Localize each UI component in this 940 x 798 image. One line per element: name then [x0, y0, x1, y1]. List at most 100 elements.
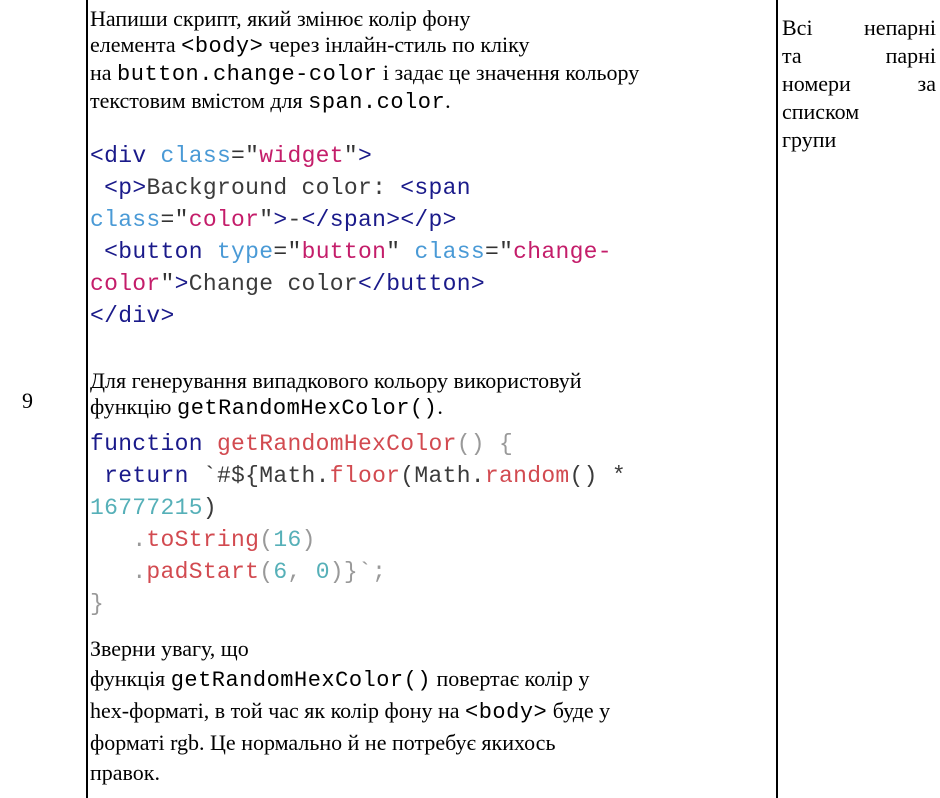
inline-code: getRandomHexColor() [177, 396, 438, 421]
code-token: " [245, 143, 260, 169]
code-token: return [104, 463, 189, 489]
code-token: " [259, 207, 274, 233]
code-token: " [499, 239, 514, 265]
code-token: 16777215 [90, 495, 203, 521]
code-token: color [188, 207, 260, 233]
code-line: return `#${Math.floor(Math.random() * [90, 460, 626, 492]
inline-code: button.change-color [117, 62, 378, 87]
code-token: span [414, 175, 471, 201]
code-line: } [90, 588, 626, 620]
code-token: div [118, 303, 161, 329]
code-token: < [104, 175, 119, 201]
text-segment: Для генерування випадкового кольору вико… [90, 368, 582, 393]
code-token: " [386, 239, 401, 265]
code-token: > [358, 143, 373, 169]
code-token: > [386, 207, 401, 233]
code-line: .padStart(6, 0)}`; [90, 556, 626, 588]
code-token: getRandomHexColor [216, 431, 457, 457]
text-segment: за [917, 71, 936, 96]
code-token: > [470, 271, 485, 297]
code-token: (Math. [400, 463, 485, 489]
text-line: та парні [782, 42, 936, 70]
code-token: } [90, 591, 105, 617]
code-token: = [484, 239, 500, 265]
text-line: функцію getRandomHexColor(). [90, 394, 582, 422]
code-line: class="color">-</span></p> [90, 204, 612, 236]
code-token: button [118, 239, 203, 265]
code-line: <div class="widget"> [90, 140, 612, 172]
code-token: " [287, 239, 302, 265]
code-token: > [174, 271, 189, 297]
code-token: = [160, 207, 175, 233]
code-line: .toString(16) [90, 524, 626, 556]
text-line: на button.change-color і задає це значен… [90, 60, 639, 88]
code-line: <p>Background color: <span [90, 172, 612, 204]
row-number: 9 [22, 388, 33, 413]
code-token: () { [456, 431, 514, 457]
text-segment: непарні [864, 15, 936, 40]
text-line: hex-форматі, в той час як колір фону на … [90, 696, 610, 728]
text-line: Напиши скрипт, який змінює колір фону [90, 6, 639, 32]
table-border-left [86, 0, 88, 798]
code-token: class [160, 143, 232, 169]
text-segment: і задає це значення кольору [377, 60, 640, 85]
code-token: " [174, 207, 189, 233]
text-segment: групи [782, 127, 837, 152]
code-token: color [90, 271, 161, 297]
text-line: групи [782, 126, 936, 154]
task-description: Напиши скрипт, який змінює колір фону ел… [90, 6, 639, 116]
code-token: )}`; [329, 559, 387, 585]
code-token: 0 [315, 559, 330, 585]
text-segment: номери [782, 71, 851, 96]
code-token: ( [259, 527, 274, 553]
text-line: номери за [782, 70, 936, 98]
code-token: `#${Math. [202, 463, 330, 489]
code-token: type [216, 239, 274, 265]
code-token: 16 [273, 527, 302, 553]
html-code-block: <div class="widget"> <p>Background color… [90, 140, 612, 332]
code-token: p [118, 175, 133, 201]
code-token: > [273, 207, 288, 233]
code-token: = [273, 239, 288, 265]
text-segment: парні [885, 43, 936, 68]
note-paragraph: Зверни увагу, що функція getRandomHexCol… [90, 634, 610, 788]
code-token: Change color [188, 271, 358, 297]
text-segment: на [90, 60, 118, 85]
text-segment: списком [782, 99, 860, 124]
text-segment: елемента [90, 32, 182, 57]
code-token: class [90, 207, 161, 233]
code-token: < [104, 239, 119, 265]
code-token: . [132, 559, 147, 585]
code-token: , [287, 559, 316, 585]
text-segment: функцію [90, 394, 177, 419]
code-token: widget [259, 143, 344, 169]
code-token: " [160, 271, 175, 297]
text-segment: правок. [90, 760, 160, 785]
code-token: " [343, 143, 358, 169]
inline-code: span.color [308, 90, 446, 115]
js-code-block: function getRandomHexColor() { return `#… [90, 428, 626, 620]
code-token: random [484, 463, 570, 489]
text-segment: через інлайн-стиль по кліку [263, 32, 530, 57]
code-token: < [400, 175, 415, 201]
text-segment: буде у [547, 698, 611, 723]
code-token: > [442, 207, 457, 233]
code-token: </ [301, 207, 330, 233]
code-token: < [90, 143, 105, 169]
table-border-right [776, 0, 778, 798]
text-segment: функція [90, 666, 171, 691]
code-line: 16777215) [90, 492, 626, 524]
text-line: Всі непарні [782, 14, 936, 42]
code-token: toString [146, 527, 260, 553]
code-token: padStart [146, 559, 260, 585]
code-token: ) [301, 527, 316, 553]
code-token: 6 [273, 559, 288, 585]
text-segment: hex-форматі, в той час як колір фону на [90, 698, 466, 723]
text-segment: Всі [782, 15, 813, 40]
text-line: текстовим вмістом для span.color. [90, 88, 639, 116]
text-segment: Напиши скрипт, який змінює колір фону [90, 6, 471, 31]
text-line: Для генерування випадкового кольору вико… [90, 368, 582, 394]
code-token: = [231, 143, 246, 169]
code-token: floor [329, 463, 401, 489]
text-line: Зверни увагу, що [90, 634, 610, 664]
